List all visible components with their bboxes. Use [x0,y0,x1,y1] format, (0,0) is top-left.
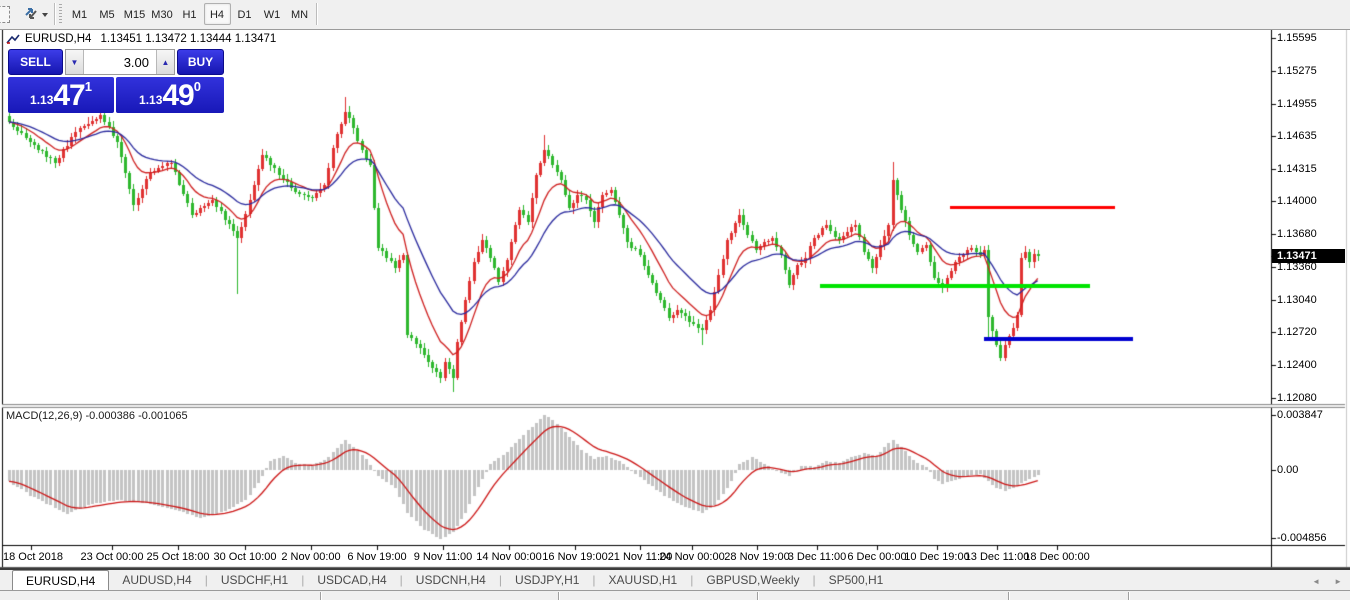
time-tick-label: 6 Nov 19:00 [344,551,410,563]
sell-price-panel[interactable]: 1.13471 [8,77,114,113]
price-tick-label: 1.14315 [1277,163,1345,175]
volume-decrease-button[interactable]: ▼ [66,50,84,74]
time-tick-label: 2 Nov 00:00 [278,551,344,563]
chart-tab-USDCAD-H4[interactable]: USDCAD,H4 [304,570,399,590]
price-tick-label: 1.14000 [1277,195,1345,207]
timeframe-button-D1[interactable]: D1 [231,3,258,25]
chart-tab-GBPUSD-Weekly[interactable]: GBPUSD,Weekly [693,570,812,590]
macd-tick-label: 0.00 [1277,464,1345,476]
toolbar: M1M5M15M30H1H4D1W1MN [0,0,1350,30]
timeframe-button-MN[interactable]: MN [286,3,313,25]
time-tick-label: 24 Nov 00:00 [659,551,725,563]
macd-tick-label: 0.003847 [1277,409,1345,421]
one-click-trade-panel: SELL ▼ 3.00 ▲ BUY 1.13471 1.13490 [8,49,224,113]
status-bar [0,590,1350,600]
macd-tick-label: -0.004856 [1277,532,1345,544]
chart-type-icon [6,34,20,45]
toolbar-grip[interactable] [59,4,62,24]
volume-stepper: ▼ 3.00 ▲ [65,49,175,75]
tab-scroll-arrows: ◄ ► [1312,570,1342,592]
toolbar-separator [54,3,56,25]
chart-tab-EURUSD-H4[interactable]: EURUSD,H4 [12,570,109,590]
chart-tab-USDCHF-H1[interactable]: USDCHF,H1 [208,570,301,590]
time-tick-label: 13 Dec 11:00 [964,551,1030,563]
cropped-toolbar-icon[interactable] [0,6,10,23]
chart-title: EURUSD,H4 1.13451 1.13472 1.13444 1.1347… [6,33,276,45]
time-tick-label: 16 Nov 19:00 [542,551,608,563]
buy-price-panel[interactable]: 1.13490 [116,77,224,113]
status-bar-divider [558,592,560,600]
tab-scroll-left-icon[interactable]: ◄ [1312,577,1320,586]
time-tick-label: 25 Oct 18:00 [145,551,211,563]
volume-increase-button[interactable]: ▲ [156,50,174,74]
sell-price-prefix: 1.13 [30,89,53,111]
time-tick-label: 30 Oct 10:00 [212,551,278,563]
buy-button[interactable]: BUY [177,49,224,75]
timeframe-button-M30[interactable]: M30 [149,3,176,25]
symbol-period-label: EURUSD,H4 [25,33,91,45]
tile-windows-icon[interactable] [22,4,48,24]
sell-button[interactable]: SELL [8,49,63,75]
sell-price-big: 47 [53,81,84,111]
chart-tab-USDCNH-H4[interactable]: USDCNH,H4 [403,570,499,590]
chart-tab-XAUUSD-H1[interactable]: XAUUSD,H1 [596,570,691,590]
price-tick-label: 1.15275 [1277,65,1345,77]
price-tick-label: 1.14955 [1277,98,1345,110]
buy-price-big: 49 [162,81,193,111]
price-tick-label: 1.12080 [1277,392,1345,404]
chart-tab-SP500-H1[interactable]: SP500,H1 [816,570,897,590]
terminal-window: M1M5M15M30H1H4D1W1MN EURUSD,H4 1.13451 1… [0,0,1350,600]
timeframe-button-M5[interactable]: M5 [94,3,121,25]
time-tick-label: 3 Dec 11:00 [784,551,850,563]
volume-input[interactable]: 3.00 [84,50,156,74]
price-tick-label: 1.12720 [1277,326,1345,338]
status-bar-divider [1008,592,1010,600]
time-tick-label: 23 Oct 00:00 [79,551,145,563]
time-tick-label: 28 Nov 19:00 [724,551,790,563]
time-tick-label: 14 Nov 00:00 [476,551,542,563]
time-tick-label: 9 Nov 11:00 [410,551,476,563]
timeframe-button-H4[interactable]: H4 [204,3,231,25]
chart-tab-USDJPY-H1[interactable]: USDJPY,H1 [502,570,592,590]
timeframe-button-W1[interactable]: W1 [259,3,286,25]
timeframe-button-M15[interactable]: M15 [121,3,148,25]
timeframe-button-H1[interactable]: H1 [176,3,203,25]
time-tick-label: 6 Dec 00:00 [844,551,910,563]
status-bar-divider [1128,592,1130,600]
price-tick-label: 1.13680 [1277,228,1345,240]
time-tick-label: 18 Dec 00:00 [1024,551,1090,563]
chart-tab-AUDUSD-H4[interactable]: AUDUSD,H4 [109,570,204,590]
price-tick-label: 1.14635 [1277,130,1345,142]
sell-price-sup: 1 [85,80,92,93]
time-tick-label: 10 Dec 19:00 [904,551,970,563]
current-price-marker: 1.13471 [1272,249,1345,263]
status-bar-divider [757,592,759,600]
price-tick-label: 1.13040 [1277,294,1345,306]
toolbar-separator [316,3,318,25]
buy-price-sup: 0 [194,80,201,93]
timeframe-button-M1[interactable]: M1 [66,3,93,25]
ohlc-values: 1.13451 1.13472 1.13444 1.13471 [100,33,276,45]
macd-indicator-label: MACD(12,26,9) -0.000386 -0.001065 [6,410,188,422]
chart-tab-bar: EURUSD,H4AUDUSD,H4|USDCHF,H1|USDCAD,H4|U… [0,568,1350,590]
status-bar-divider [320,592,322,600]
time-tick-label: 18 Oct 2018 [3,551,63,563]
buy-price-prefix: 1.13 [139,89,162,111]
tab-scroll-right-icon[interactable]: ► [1334,577,1342,586]
price-tick-label: 1.15595 [1277,32,1345,44]
price-tick-label: 1.12400 [1277,359,1345,371]
